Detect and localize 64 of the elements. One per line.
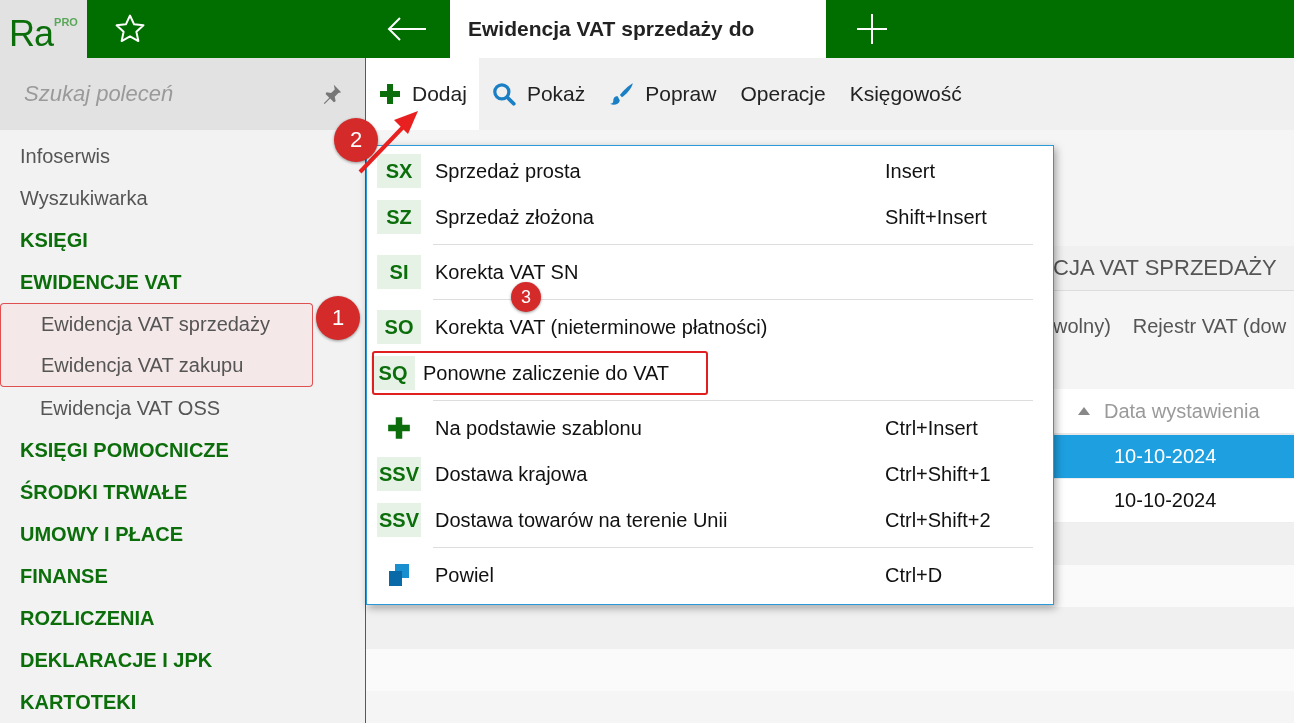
back-arrow-icon[interactable] (386, 16, 428, 42)
menu-item[interactable]: SSV Dostawa towarów na terenie Unii Ctrl+Shift+2 (371, 497, 1053, 543)
code-label: SI (377, 255, 421, 289)
menu-label: Korekta VAT (nieterminowe płatności) (434, 315, 769, 339)
logo-superscript: PRO (54, 16, 78, 28)
sidebar-section[interactable]: ROZLICZENIA (0, 597, 155, 639)
plus-icon (378, 82, 402, 106)
shortcut-text: Ctrl+Shift+1 (885, 462, 991, 486)
sidebar-section[interactable]: ŚRODKI TRWAŁE (0, 471, 188, 513)
menu-label: Sprzedaż prosta (434, 159, 582, 183)
code-label: SZ (377, 200, 421, 234)
plus-icon (386, 415, 412, 441)
brush-icon (609, 81, 636, 107)
shortcut-text: Shift+Insert (885, 205, 987, 229)
code-label: SX (377, 154, 421, 188)
menu-label: Powiel (434, 563, 495, 587)
plus-icon[interactable] (856, 13, 888, 45)
logo-text: Ra (9, 14, 54, 54)
pin-icon[interactable] (321, 83, 343, 105)
menu-label: Ponowne zaliczenie do VAT (422, 361, 671, 385)
menu-label: Dostawa krajowa (434, 462, 589, 486)
sidebar-item[interactable]: Ewidencja VAT sprzedaży (0, 303, 313, 345)
code-label: SO (377, 310, 421, 344)
code-label: SQ (371, 356, 415, 390)
menu-label: Dostawa towarów na terenie Unii (434, 508, 729, 532)
document-tab[interactable]: Ewidencja VAT sprzedaży do (450, 0, 826, 58)
toolbar-button[interactable]: Operacje (728, 58, 838, 130)
menu-label: Na podstawie szablonu (434, 416, 643, 440)
sidebar-section[interactable]: KSIĘGI POMOCNICZE (0, 429, 229, 471)
view-tab[interactable]: Rejestr VAT (dow (1132, 314, 1287, 338)
sidebar-section[interactable]: DEKLARACJE I JPK (0, 639, 213, 681)
sidebar-item[interactable]: Ewidencja VAT zakupu (0, 345, 313, 387)
menu-item[interactable]: SSV Dostawa krajowa Ctrl+Shift+1 (371, 451, 1053, 497)
code-label: SSV (377, 457, 421, 491)
toolbar-button[interactable]: Dodaj (366, 58, 479, 130)
menu-item[interactable]: Powiel Ctrl+D (371, 552, 1053, 598)
sidebar-section[interactable]: UMOWY I PŁACE (0, 513, 183, 555)
sidebar-item[interactable]: Wyszukiwarka (0, 177, 148, 219)
search-input[interactable]: Szukaj poleceń (22, 80, 306, 108)
menu-item[interactable]: Na podstawie szablonu Ctrl+Insert (371, 405, 1053, 451)
toolbar-button[interactable]: Popraw (597, 58, 729, 130)
toolbar-button[interactable]: Pokaż (478, 58, 598, 130)
sidebar-item[interactable]: Infoserwis (0, 135, 111, 177)
menu-label: Korekta VAT SN (434, 260, 580, 284)
sidebar-section[interactable]: FINANSE (0, 555, 108, 597)
shortcut-text: Ctrl+Shift+2 (885, 508, 991, 532)
view-title: CJA VAT SPRZEDAŻY (1053, 255, 1277, 281)
sidebar-section[interactable]: KSIĘGI (0, 219, 88, 261)
shortcut-text: Insert (885, 159, 936, 183)
sort-up-icon[interactable] (1078, 407, 1090, 415)
shortcut-text: Ctrl+Insert (885, 416, 978, 440)
menu-item[interactable]: SQ Ponowne zaliczenie do VAT (371, 350, 709, 396)
sidebar-item[interactable]: Ewidencja VAT OSS (0, 387, 221, 429)
menu-label: Sprzedaż złożona (434, 205, 595, 229)
toolbar-button[interactable]: Księgowość (837, 58, 974, 130)
search-icon (490, 81, 517, 107)
copy-icon (387, 563, 411, 587)
view-tab[interactable]: wolny) (1053, 314, 1111, 338)
shortcut-text: Ctrl+D (885, 563, 943, 587)
sidebar-section[interactable]: KARTOTEKI (0, 681, 137, 723)
search-field[interactable]: Szukaj poleceń (0, 58, 365, 130)
sidebar-section[interactable]: EWIDENCJE VAT (0, 261, 182, 303)
code-label: SSV (377, 503, 421, 537)
menu-item[interactable]: SZ Sprzedaż złożona Shift+Insert (371, 194, 1053, 240)
